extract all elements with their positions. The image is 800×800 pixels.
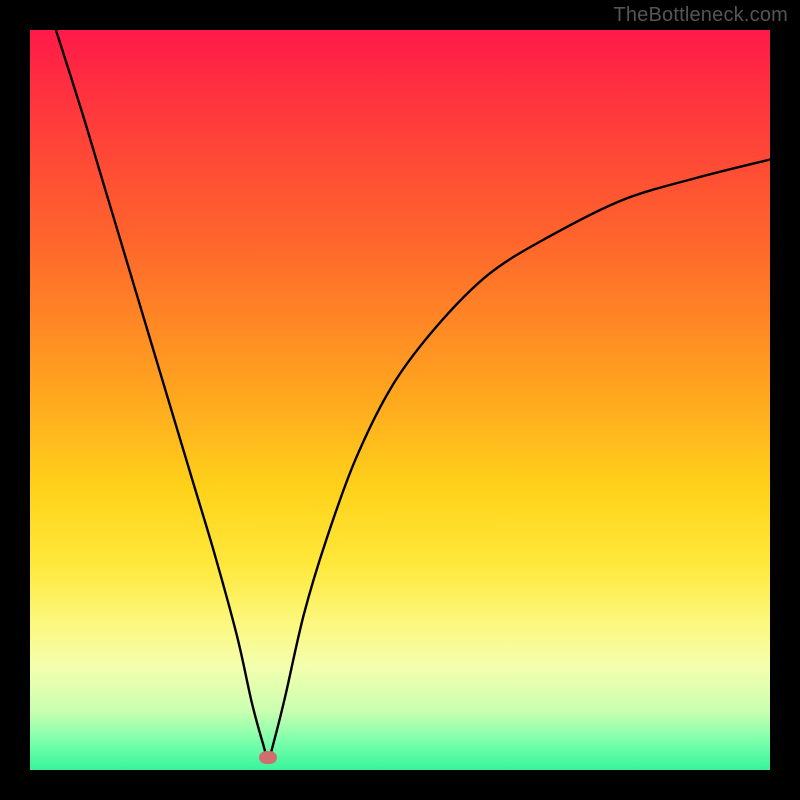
curve-layer: [30, 30, 770, 770]
watermark-text: TheBottleneck.com: [613, 4, 788, 27]
min-marker: [259, 751, 277, 764]
bottleneck-curve: [56, 30, 770, 759]
plot-area: [30, 30, 770, 770]
chart-container: TheBottleneck.com: [0, 0, 800, 800]
